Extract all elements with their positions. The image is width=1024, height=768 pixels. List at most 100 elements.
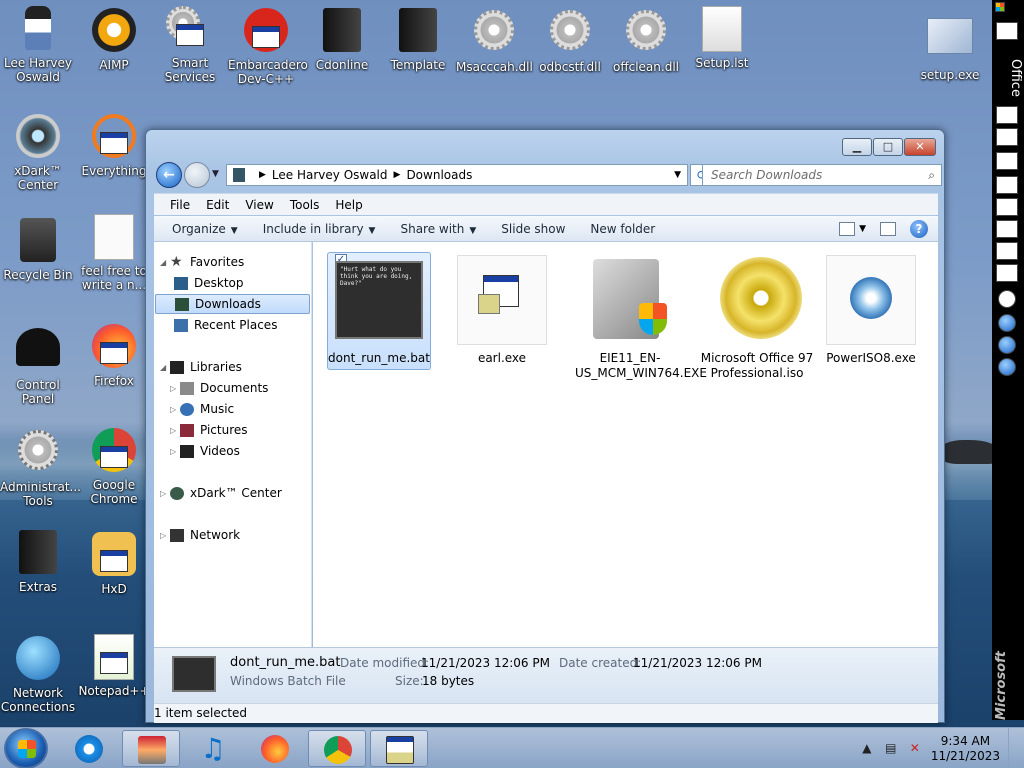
menu-file[interactable]: File <box>162 198 198 212</box>
help-icon[interactable] <box>998 358 1016 376</box>
network-tray-icon[interactable]: ▤ <box>883 741 899 757</box>
explorer-window[interactable]: ▁ □ ✕ ← ▼ ▶ Lee Harvey Oswald ▶ Download… <box>145 129 945 723</box>
desktop-icon-msacccah[interactable]: Msacccah.dll <box>456 6 533 74</box>
note-icon[interactable] <box>996 264 1018 282</box>
taskbar-explorer[interactable] <box>122 730 180 767</box>
desktop-icon-everything[interactable]: Everything <box>76 112 152 178</box>
back-button[interactable]: ← <box>156 162 182 188</box>
file-list[interactable]: ✓ "Hurt what do you think you are doing,… <box>313 242 938 647</box>
file-item-ie11[interactable]: EIE11_EN-US_MCM_WIN764.EXE <box>575 253 707 381</box>
collapsed-arrow-icon[interactable]: ▷ <box>160 531 170 540</box>
new-message-icon[interactable] <box>996 152 1018 170</box>
calendar-icon[interactable] <box>996 176 1018 194</box>
minimize-button[interactable]: ▁ <box>842 138 872 156</box>
desktop-icon-notepadpp[interactable]: Notepad++ <box>76 634 152 698</box>
desktop-icon-devcpp[interactable]: Embarcadero Dev-C++ <box>228 6 308 86</box>
desktop-icon-control-panel[interactable]: Control Panel <box>0 322 76 406</box>
clock[interactable]: 9:34 AM 11/21/2023 <box>931 734 1000 764</box>
desktop-icon-offclean[interactable]: offclean.dll <box>608 6 684 74</box>
desktop-icon-setup-exe[interactable]: setup.exe <box>912 14 988 82</box>
organize-button[interactable]: Organize ▼ <box>162 222 253 236</box>
menu-view[interactable]: View <box>237 198 281 212</box>
desktop-icon-note[interactable]: feel free to write a n... <box>76 214 152 292</box>
taskbar-earl[interactable] <box>370 730 428 767</box>
office-assistant-icon[interactable] <box>998 290 1016 308</box>
change-view-icon[interactable] <box>839 222 856 236</box>
menu-edit[interactable]: Edit <box>198 198 237 212</box>
collapsed-arrow-icon[interactable]: ▷ <box>170 447 180 456</box>
desktop-icon-setup-lst[interactable]: Setup.lst <box>684 6 760 70</box>
task-icon[interactable] <box>996 198 1018 216</box>
file-item-earl[interactable]: earl.exe <box>452 253 552 366</box>
tree-pictures[interactable]: ▷ Pictures <box>170 420 248 440</box>
office-logo-icon[interactable] <box>995 2 1005 12</box>
chevron-right-icon[interactable]: ▶ <box>259 170 266 180</box>
chevron-right-icon[interactable]: ▶ <box>394 170 401 180</box>
desktop-icon-xdark[interactable]: xDark™ Center <box>0 112 76 192</box>
new-document-icon[interactable] <box>996 106 1018 124</box>
forward-button[interactable] <box>184 162 210 188</box>
close-button[interactable]: ✕ <box>904 138 936 156</box>
tree-videos[interactable]: ▷ Videos <box>170 441 240 461</box>
help-icon[interactable]: ? <box>910 220 928 238</box>
breadcrumb-downloads[interactable]: Downloads <box>406 168 472 182</box>
tree-xdark-center[interactable]: ▷ xDark™ Center <box>160 483 282 503</box>
desktop-icon-firefox[interactable]: Firefox <box>76 322 152 388</box>
collapsed-arrow-icon[interactable]: ▷ <box>170 426 180 435</box>
include-in-library-button[interactable]: Include in library ▼ <box>253 222 391 236</box>
breadcrumb-user[interactable]: Lee Harvey Oswald <box>272 168 388 182</box>
desktop-icon-hxd[interactable]: HxD <box>76 530 152 596</box>
file-item-poweriso[interactable]: PowerISO8.exe <box>821 253 921 366</box>
contact-icon[interactable] <box>996 220 1018 238</box>
journal-icon[interactable] <box>996 242 1018 260</box>
desktop-icon-cdonline[interactable]: Cdonline <box>304 6 380 72</box>
desktop-icon-chrome[interactable]: Google Chrome <box>76 426 152 506</box>
expanded-arrow-icon[interactable]: ◢ <box>160 258 170 267</box>
file-item-office97[interactable]: Microsoft Office 97 Professional.iso <box>697 253 817 381</box>
desktop-icon-smart-services[interactable]: Smart Services <box>152 6 228 84</box>
volume-muted-icon[interactable]: ✕ <box>907 741 923 757</box>
desktop-icon-network-connections[interactable]: Network Connections <box>0 634 76 714</box>
desktop-icon-aimp[interactable]: AIMP <box>76 6 152 72</box>
tree-downloads[interactable]: Downloads <box>155 294 310 314</box>
office-shortcut-bar[interactable]: Office Microsoft <box>992 0 1024 720</box>
help-icon[interactable] <box>998 314 1016 332</box>
maximize-button[interactable]: □ <box>873 138 903 156</box>
collapsed-arrow-icon[interactable]: ▷ <box>170 384 180 393</box>
desktop-icon-template[interactable]: Template <box>380 6 456 72</box>
address-bar[interactable]: ▶ Lee Harvey Oswald ▶ Downloads ▼ <box>226 164 688 186</box>
desktop-icon-extras[interactable]: Extras <box>0 528 76 594</box>
tree-libraries[interactable]: ◢ Libraries <box>160 357 242 377</box>
tree-music[interactable]: ▷ Music <box>170 399 234 419</box>
tree-network[interactable]: ▷ Network <box>160 525 240 545</box>
office-menu-icon[interactable] <box>996 22 1018 40</box>
tree-desktop[interactable]: Desktop <box>174 273 244 293</box>
search-input[interactable]: Search Downloads ⌕ <box>702 164 942 186</box>
taskbar-firefox[interactable] <box>246 730 304 767</box>
desktop-icon-odbcstf[interactable]: odbcstf.dll <box>532 6 608 74</box>
new-folder-button[interactable]: New folder <box>580 222 670 236</box>
share-with-button[interactable]: Share with ▼ <box>390 222 491 236</box>
menu-tools[interactable]: Tools <box>282 198 328 212</box>
desktop-icon-recycle-bin[interactable]: Recycle Bin <box>0 218 76 282</box>
file-item-dont-run-me[interactable]: ✓ "Hurt what do you think you are doing,… <box>327 252 431 370</box>
show-hidden-icons-icon[interactable]: ▲ <box>859 741 875 757</box>
help-icon[interactable] <box>998 336 1016 354</box>
chevron-down-icon[interactable]: ▼ <box>674 170 681 180</box>
tree-recent-places[interactable]: Recent Places <box>174 315 277 335</box>
show-desktop-button[interactable] <box>1008 728 1018 768</box>
collapsed-arrow-icon[interactable]: ▷ <box>160 489 170 498</box>
tree-documents[interactable]: ▷ Documents <box>170 378 268 398</box>
collapsed-arrow-icon[interactable]: ▷ <box>170 405 180 414</box>
start-button[interactable] <box>4 728 48 768</box>
open-document-icon[interactable] <box>996 128 1018 146</box>
recent-pages-dropdown[interactable]: ▼ <box>212 169 219 179</box>
menu-help[interactable]: Help <box>327 198 370 212</box>
slide-show-button[interactable]: Slide show <box>491 222 580 236</box>
taskbar-chrome[interactable] <box>308 730 366 767</box>
expanded-arrow-icon[interactable]: ◢ <box>160 363 170 372</box>
desktop-icon-user[interactable]: Lee Harvey Oswald <box>0 6 76 84</box>
desktop-icon-admin-tools[interactable]: Administrat... Tools <box>0 426 81 508</box>
taskbar-music[interactable]: ♫ <box>184 730 242 767</box>
preview-pane-icon[interactable] <box>880 222 896 236</box>
